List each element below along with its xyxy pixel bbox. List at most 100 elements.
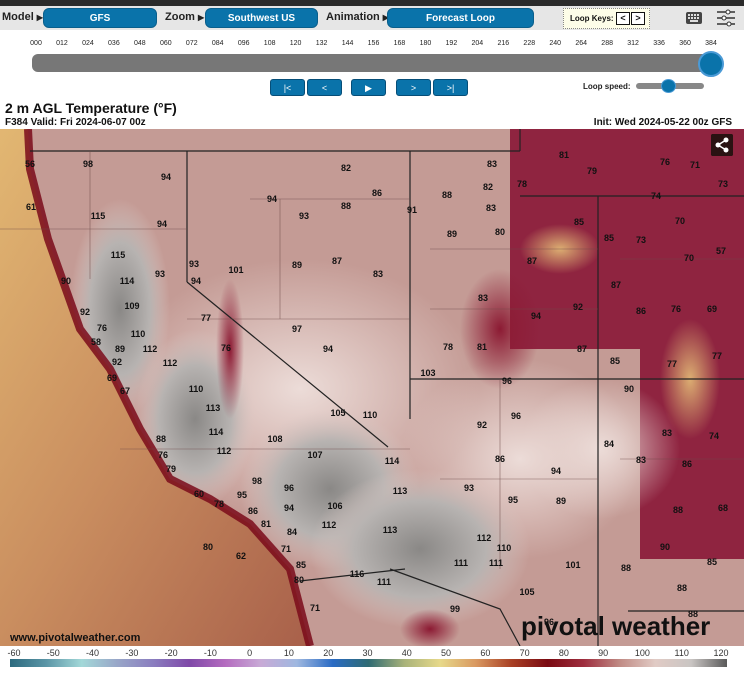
temperature-map[interactable]: 56 98 94 61 115 94 82 86 94 88 93 91 83 82 88 83 80 89 78 8… [0,129,744,646]
init-time: Init: Wed 2024-05-22 00z GFS [593,117,732,128]
temperature-value: 87 [610,280,622,290]
forecast-hour-tick[interactable]: 156 [368,40,380,47]
forecast-hour-tick[interactable]: 048 [134,40,146,47]
temperature-value: 83 [485,203,497,213]
temperature-value: 113 [205,403,221,413]
forecast-hour-tick[interactable]: 384 [705,40,717,47]
forecast-hour-tick[interactable]: 180 [420,40,432,47]
zoom-label: Zoom ▶ [165,11,205,23]
temperature-value: 78 [213,499,225,509]
temperature-value: 69 [106,373,118,383]
temperature-value: 115 [110,250,126,260]
temperature-value: 71 [309,603,321,613]
temperature-value: 60 [193,489,205,499]
forecast-hour-slider-track[interactable] [32,54,714,72]
first-frame-button[interactable]: |< [270,79,305,96]
temperature-value: 95 [236,490,248,500]
sliders-icon[interactable] [716,9,736,27]
temperature-value: 116 [349,569,365,579]
temperature-value: 114 [119,276,135,286]
colorbar-label: 20 [323,648,334,658]
colorbar-label: -20 [164,648,178,658]
play-button[interactable]: ▶ [351,79,386,96]
forecast-hour-tick[interactable]: 132 [316,40,328,47]
forecast-hour-tick[interactable]: 096 [238,40,250,47]
temperature-value: 88 [672,505,684,515]
temperature-value: 86 [371,188,383,198]
colorbar-label: 40 [401,648,412,658]
forecast-hour-tick[interactable]: 204 [472,40,484,47]
temperature-value: 83 [661,428,673,438]
valid-time: F384 Valid: Fri 2024-06-07 00z [5,117,146,128]
forecast-hour-tick[interactable]: 192 [446,40,458,47]
model-select-button[interactable]: GFS [43,8,157,28]
loop-key-next[interactable]: > [631,12,645,25]
temperature-value: 101 [228,265,244,275]
temperature-value: 94 [550,466,562,476]
temperature-value: 85 [573,217,585,227]
forecast-hour-tick[interactable]: 264 [575,40,587,47]
forecast-hour-tick[interactable]: 120 [290,40,302,47]
temperature-value: 93 [154,269,166,279]
temperature-value: 108 [267,434,283,444]
temperature-value: 92 [476,420,488,430]
colorbar-label: 80 [558,648,569,658]
forecast-hour-tick[interactable]: 240 [549,40,561,47]
temperature-value: 69 [706,304,718,314]
colorbar-label: 0 [247,648,253,658]
temperature-value: 97 [291,324,303,334]
temperature-value: 61 [25,202,37,212]
forecast-hour-tick[interactable]: 312 [627,40,639,47]
temperature-value: 84 [603,439,615,449]
forecast-hour-ticks: 000 012 024 036 048 060 072 084 096 108 120 132 144 1… [0,40,744,50]
forecast-hour-tick[interactable]: 108 [264,40,276,47]
forecast-hour-tick[interactable]: 144 [342,40,354,47]
prev-frame-button[interactable]: < [307,79,342,96]
last-frame-button[interactable]: >| [433,79,468,96]
temperature-value: 88 [620,563,632,573]
next-frame-button[interactable]: > [396,79,431,96]
temperature-value: 98 [251,476,263,486]
temperature-value: 78 [442,342,454,352]
forecast-hour-tick[interactable]: 000 [30,40,42,47]
loop-key-prev[interactable]: < [616,12,630,25]
temperature-value: 103 [420,368,436,378]
temperature-value: 92 [111,357,123,367]
temperature-value: 68 [717,503,729,513]
forecast-hour-tick[interactable]: 168 [394,40,406,47]
animation-select-button[interactable]: Forecast Loop [387,8,534,28]
forecast-hour-tick[interactable]: 360 [679,40,691,47]
forecast-hour-tick[interactable]: 288 [601,40,613,47]
temperature-value: 86 [635,306,647,316]
temperature-value: 82 [482,182,494,192]
share-icon[interactable] [711,134,733,156]
temperature-value: 80 [494,227,506,237]
forecast-hour-tick[interactable]: 012 [56,40,68,47]
forecast-hour-tick[interactable]: 024 [82,40,94,47]
forecast-hour-tick[interactable]: 336 [653,40,665,47]
colorbar-label: -50 [46,648,60,658]
temperature-value: 56 [24,159,36,169]
colorbar-label: 60 [480,648,491,658]
temperature-value: 107 [307,450,323,460]
forecast-hour-tick[interactable]: 060 [160,40,172,47]
temperature-value: 70 [674,216,686,226]
temperature-value: 86 [494,454,506,464]
forecast-hour-tick[interactable]: 084 [212,40,224,47]
temperature-value: 81 [558,150,570,160]
temperature-value: 101 [565,560,581,570]
forecast-hour-tick[interactable]: 072 [186,40,198,47]
temperature-value: 74 [650,191,662,201]
forecast-hour-tick[interactable]: 036 [108,40,120,47]
temperature-value: 112 [321,520,337,530]
forecast-hour-tick[interactable]: 216 [497,40,509,47]
temperature-value: 88 [676,583,688,593]
temperature-value: 57 [715,246,727,256]
temperature-value: 91 [406,205,418,215]
keyboard-icon[interactable] [686,12,702,24]
temperature-value: 112 [162,358,178,368]
loop-speed-slider-thumb[interactable] [661,79,676,93]
forecast-hour-tick[interactable]: 228 [523,40,535,47]
zoom-select-button[interactable]: Southwest US [205,8,318,28]
forecast-hour-slider-thumb[interactable] [698,51,724,77]
